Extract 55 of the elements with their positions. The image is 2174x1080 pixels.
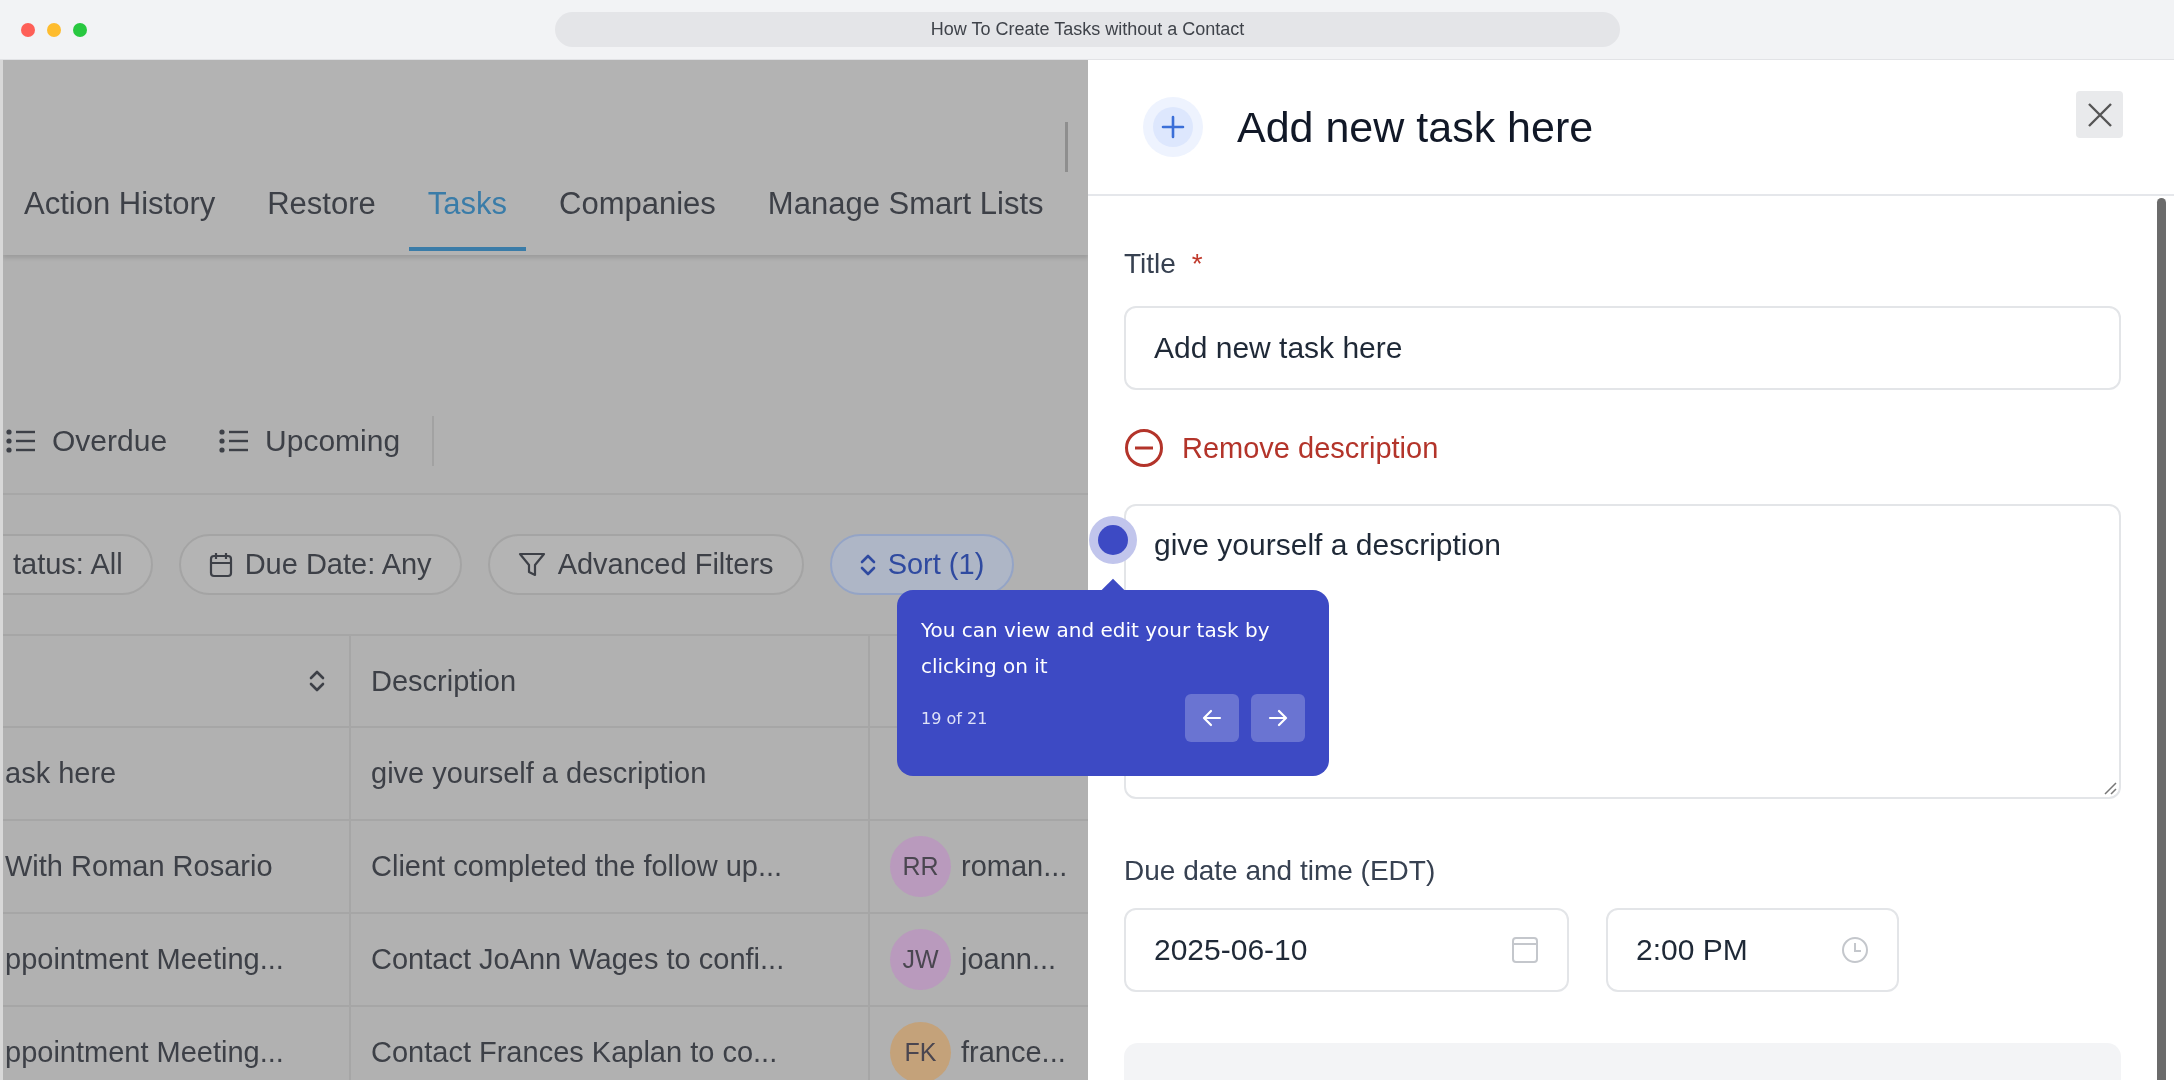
assignee-name: joann... — [961, 943, 1057, 976]
step-counter: 19 of 21 — [921, 708, 988, 728]
minus-circle-icon — [1124, 428, 1164, 468]
view-button[interactable]: Overdue — [6, 423, 168, 458]
field-label: Title — [1124, 248, 1176, 280]
avatar: RR — [890, 836, 951, 897]
table-cell: ask here — [5, 757, 117, 789]
filter-chip[interactable]: Sort (1) — [829, 534, 1015, 595]
list-icon — [219, 428, 250, 453]
table-cell: ppointment Meeting... — [5, 1036, 284, 1068]
remove-description-button[interactable]: Remove description — [1124, 428, 1439, 468]
required-mark: * — [1191, 248, 1203, 280]
filter-chip[interactable]: Due Date: Any — [178, 534, 462, 595]
previous-button[interactable] — [1185, 694, 1239, 742]
arrow-right-icon — [1268, 709, 1288, 727]
sort-icon — [859, 552, 876, 577]
next-button[interactable] — [1251, 694, 1305, 742]
filter-icon — [517, 551, 546, 578]
table-cell: Contact Frances Kaplan to co... — [371, 1036, 778, 1068]
column-header: Description — [371, 664, 517, 697]
plus-icon — [1143, 97, 1203, 157]
arrow-left-icon — [1202, 709, 1222, 727]
panel-title: Add new task here — [1237, 102, 1594, 152]
close-icon — [2086, 101, 2113, 128]
time-input[interactable]: 2:00 PM — [1606, 908, 1899, 992]
tab[interactable]: Manage Smart Lists — [748, 160, 1063, 251]
maximize-window-button[interactable] — [73, 22, 87, 37]
table-cell: Contact JoAnn Wages to confi... — [371, 943, 785, 975]
filter-chip[interactable]: Advanced Filters — [487, 534, 804, 595]
sort-icon — [309, 669, 325, 693]
scrollbar[interactable] — [2157, 198, 2166, 1080]
filter-chip[interactable]: tatus: All — [3, 534, 153, 595]
field-label: Due date and time (EDT) — [1124, 855, 1436, 887]
tab[interactable]: Restore — [248, 160, 395, 251]
table-cell: Client completed the follow up... — [371, 850, 783, 882]
close-button[interactable] — [2076, 91, 2123, 138]
date-input[interactable]: 2025-06-10 — [1124, 908, 1569, 992]
tab[interactable]: Action History — [5, 160, 235, 251]
table-cell: ppointment Meeting... — [5, 943, 284, 975]
table-cell: With Roman Rosario — [5, 850, 273, 882]
window-title: How To Create Tasks without a Contact — [555, 12, 1620, 47]
clock-icon — [1841, 936, 1869, 964]
title-input[interactable]: Add new task here — [1124, 306, 2121, 390]
assignee-name: france... — [961, 1036, 1066, 1069]
avatar: JW — [890, 929, 951, 990]
tab[interactable]: Companies — [540, 160, 735, 251]
calendar-icon — [1511, 936, 1539, 964]
calendar-icon — [208, 551, 233, 578]
assignee-name: roman... — [961, 850, 1068, 883]
avatar: FK — [890, 1022, 951, 1080]
view-button[interactable]: Upcoming — [219, 423, 401, 458]
close-window-button[interactable] — [21, 22, 35, 37]
resize-handle-icon[interactable] — [2103, 781, 2117, 795]
table-cell: give yourself a description — [371, 757, 707, 789]
list-icon — [6, 428, 36, 453]
